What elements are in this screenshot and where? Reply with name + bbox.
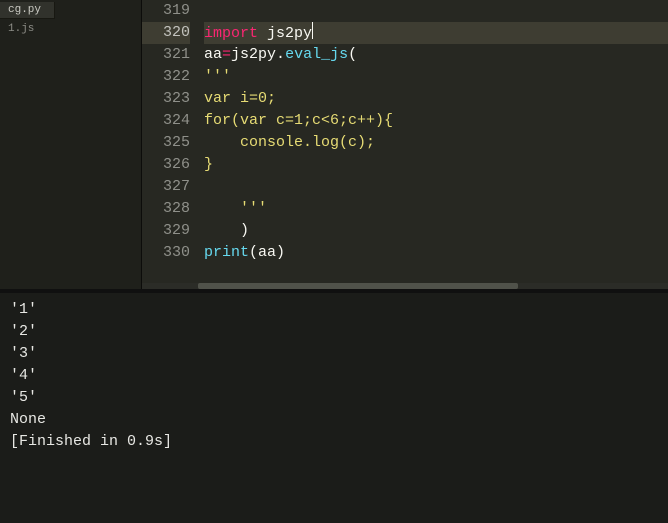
tab-bar: cg.py [0, 0, 141, 19]
line-number: 325 [142, 132, 190, 154]
code-line[interactable]: var i=0; [204, 88, 668, 110]
line-number: 328 [142, 198, 190, 220]
token-pn: ( [348, 46, 357, 63]
code-editor[interactable]: 319320321322323324325326327328329330 imp… [142, 0, 668, 289]
horizontal-scrollbar[interactable] [142, 283, 668, 289]
line-number: 324 [142, 110, 190, 132]
token-kw: import [204, 25, 258, 42]
line-number: 319 [142, 0, 190, 22]
code-area[interactable]: import js2pyaa=js2py.eval_js('''var i=0;… [198, 0, 668, 289]
sidebar-file-item[interactable]: 1.js [0, 19, 141, 39]
token-id: js2py [267, 25, 312, 42]
code-line[interactable]: ''' [204, 66, 668, 88]
token-str: ''' [204, 200, 267, 217]
token-str: } [204, 156, 213, 173]
token-str: ''' [204, 68, 231, 85]
line-number: 327 [142, 176, 190, 198]
code-line[interactable]: ''' [204, 198, 668, 220]
token-id: aa [204, 46, 222, 63]
token-id: aa [258, 244, 276, 261]
token-pl [204, 222, 240, 239]
code-line[interactable] [204, 0, 668, 22]
token-fn: eval_js [285, 46, 348, 63]
line-number: 322 [142, 66, 190, 88]
code-line[interactable] [204, 176, 668, 198]
code-line[interactable]: print(aa) [204, 242, 668, 264]
line-number: 329 [142, 220, 190, 242]
token-fn: print [204, 244, 249, 261]
code-line[interactable]: } [204, 154, 668, 176]
tab-active-file[interactable]: cg.py [0, 2, 55, 19]
code-line[interactable]: import js2py [204, 22, 668, 44]
token-str: console.log(c); [204, 134, 375, 151]
token-pn: . [276, 46, 285, 63]
token-id: js2py [231, 46, 276, 63]
token-str: for(var c=1;c<6;c++){ [204, 112, 393, 129]
code-line[interactable]: ) [204, 220, 668, 242]
token-pn: ( [249, 244, 258, 261]
code-line[interactable]: console.log(c); [204, 132, 668, 154]
token-op: = [222, 46, 231, 63]
sidebar: cg.py 1.js [0, 0, 142, 289]
line-number: 330 [142, 242, 190, 264]
code-line[interactable]: for(var c=1;c<6;c++){ [204, 110, 668, 132]
text-cursor [312, 22, 313, 39]
app-root: cg.py 1.js 31932032132232332432532632732… [0, 0, 668, 523]
line-number: 323 [142, 88, 190, 110]
line-number: 320 [142, 22, 190, 44]
token-pl [258, 25, 267, 42]
code-line[interactable]: aa=js2py.eval_js( [204, 44, 668, 66]
line-number: 326 [142, 154, 190, 176]
upper-pane: cg.py 1.js 31932032132232332432532632732… [0, 0, 668, 289]
line-gutter: 319320321322323324325326327328329330 [142, 0, 198, 289]
horizontal-scrollbar-thumb[interactable] [198, 283, 518, 289]
line-number: 321 [142, 44, 190, 66]
token-str: var i=0; [204, 90, 276, 107]
output-console: '1' '2' '3' '4' '5' None [Finished in 0.… [0, 293, 668, 523]
token-pn: ) [240, 222, 249, 239]
token-pn: ) [276, 244, 285, 261]
